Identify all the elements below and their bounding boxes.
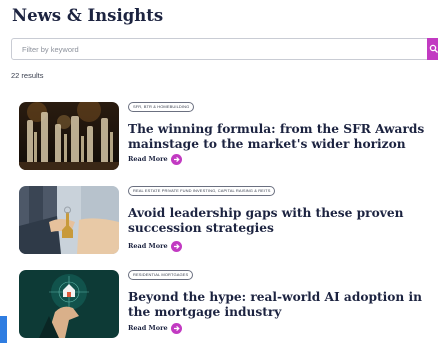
read-more-link[interactable]: Read More (128, 323, 182, 334)
read-more-link[interactable]: Read More (128, 154, 182, 165)
side-tab[interactable] (0, 316, 7, 343)
house-key-handover-image (19, 186, 119, 254)
article-thumbnail[interactable] (19, 102, 119, 170)
article-card: REAL ESTATE PRIVATE FUND INVESTING, CAPI… (19, 186, 438, 254)
search-bar (11, 38, 438, 60)
digital-house-hand-image (19, 270, 119, 338)
article-tag[interactable]: RESIDENTIAL MORTGAGES (128, 270, 194, 280)
article-thumbnail[interactable] (19, 270, 119, 338)
article-card: SFR, BTR & HOMEBUILDING The winning form… (19, 102, 438, 170)
search-button[interactable] (427, 38, 438, 60)
search-input[interactable] (12, 39, 412, 59)
arrow-right-icon (171, 323, 182, 334)
results-count: 22 results (11, 71, 44, 80)
search-icon (429, 44, 438, 53)
awards-trophies-image (19, 102, 119, 170)
article-title[interactable]: Avoid leadership gaps with these proven … (128, 206, 438, 236)
read-more-label: Read More (128, 324, 168, 332)
article-tag[interactable]: REAL ESTATE PRIVATE FUND INVESTING, CAPI… (128, 186, 276, 196)
article-card: RESIDENTIAL MORTGAGES Beyond the hype: r… (19, 270, 438, 338)
article-thumbnail[interactable] (19, 186, 119, 254)
read-more-link[interactable]: Read More (128, 241, 182, 252)
arrow-right-icon (171, 241, 182, 252)
arrow-right-icon (171, 154, 182, 165)
read-more-label: Read More (128, 155, 168, 163)
page-title: News & Insights (12, 6, 164, 25)
article-tag[interactable]: SFR, BTR & HOMEBUILDING (128, 102, 195, 112)
article-title[interactable]: The winning formula: from the SFR Awards… (128, 122, 438, 152)
read-more-label: Read More (128, 242, 168, 250)
article-title[interactable]: Beyond the hype: real-world AI adoption … (128, 290, 438, 320)
